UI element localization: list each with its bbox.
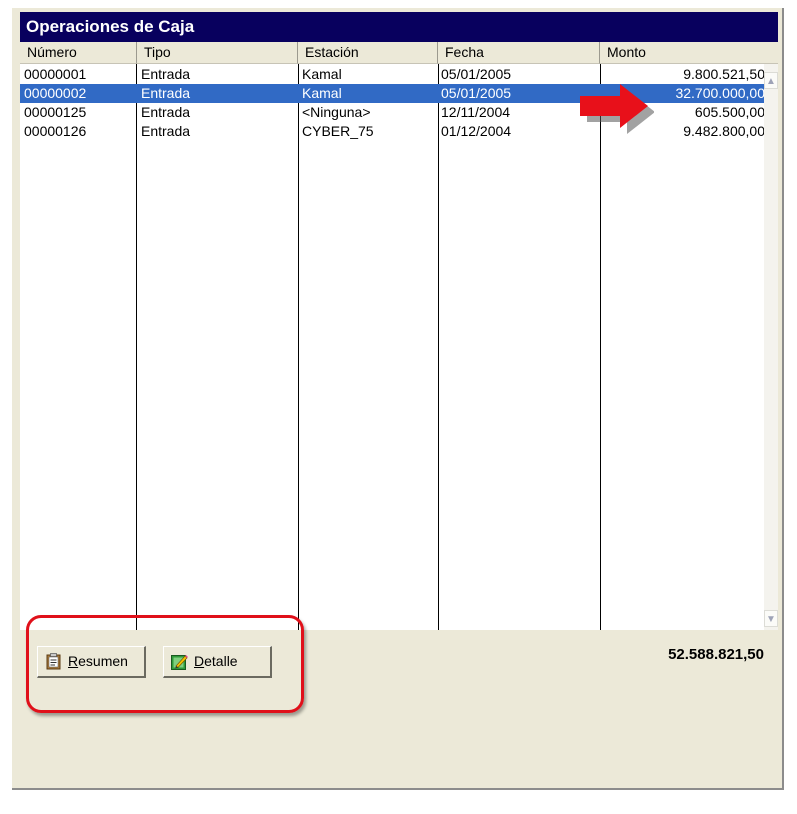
cell-tipo: Entrada <box>141 66 191 82</box>
column-header-fecha[interactable]: Fecha <box>438 42 600 64</box>
total-amount: 52.588.821,50 <box>668 646 764 663</box>
operations-list[interactable]: Número Tipo Estación Fecha Monto 0000000… <box>20 42 778 630</box>
cell-tipo: Entrada <box>141 85 191 101</box>
cell-estacion: <Ninguna> <box>302 104 371 120</box>
column-divider <box>600 64 601 630</box>
cell-estacion: Kamal <box>302 85 342 101</box>
cell-fecha: 05/01/2005 <box>441 66 512 82</box>
panel-title: Operaciones de Caja <box>20 12 778 42</box>
column-header-numero[interactable]: Número <box>20 42 137 64</box>
cell-monto: 9.800.521,50 <box>683 66 765 82</box>
cell-estacion: Kamal <box>302 66 342 82</box>
cell-fecha: 05/01/2005 <box>441 85 512 101</box>
cell-tipo: Entrada <box>141 123 191 139</box>
column-header-estacion[interactable]: Estación <box>298 42 438 64</box>
table-row[interactable]: 00000001 Entrada Kamal 05/01/2005 9.800.… <box>20 65 765 84</box>
chevron-down-icon[interactable]: ▼ <box>764 610 778 627</box>
column-divider <box>298 64 299 630</box>
highlight-frame <box>26 615 304 713</box>
vertical-scrollbar[interactable]: ▲ ▼ <box>764 64 778 630</box>
cell-numero: 00000002 <box>24 85 87 101</box>
cell-fecha: 01/12/2004 <box>441 123 512 139</box>
cell-numero: 00000001 <box>24 66 87 82</box>
chevron-up-icon[interactable]: ▲ <box>764 72 778 89</box>
column-header-tipo[interactable]: Tipo <box>137 42 298 64</box>
cell-fecha: 12/11/2004 <box>441 104 511 120</box>
cell-tipo: Entrada <box>141 104 191 120</box>
cell-numero: 00000125 <box>24 104 87 120</box>
column-divider <box>438 64 439 630</box>
cell-estacion: CYBER_75 <box>302 123 374 139</box>
red-arrow-icon <box>580 84 654 134</box>
column-divider <box>136 64 137 630</box>
cell-numero: 00000126 <box>24 123 87 139</box>
column-header-monto[interactable]: Monto <box>600 42 778 64</box>
